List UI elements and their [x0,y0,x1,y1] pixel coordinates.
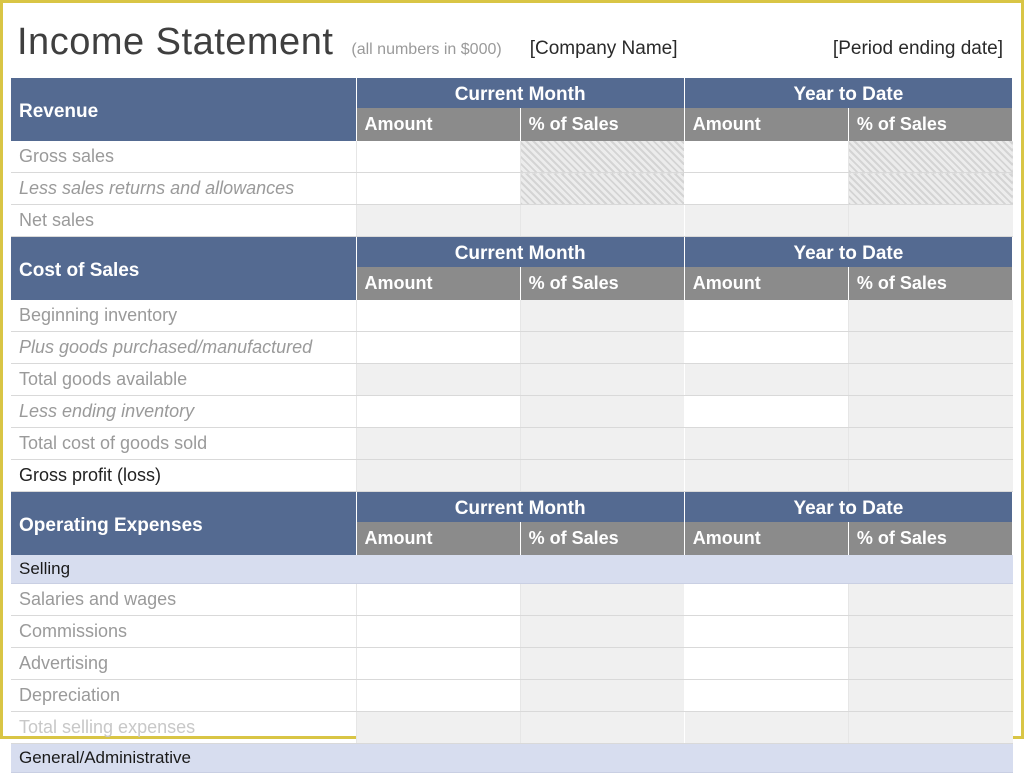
cell-ytd-pct[interactable] [848,332,1012,364]
cell-cm-pct[interactable] [520,584,684,616]
cell-cm-pct[interactable] [520,173,684,205]
cell-ytd-amount[interactable] [684,584,848,616]
row-label-gross-profit: Gross profit (loss) [11,460,356,492]
cell-ytd-amount[interactable] [684,332,848,364]
cell-ytd-pct[interactable] [848,680,1012,712]
row-label: Gross sales [11,141,356,173]
cell-cm-pct[interactable] [520,616,684,648]
cell-cm-amount[interactable] [356,648,520,680]
cell-ytd-amount[interactable] [684,460,848,492]
row-label: Total goods available [11,364,356,396]
row-label: Depreciation [11,680,356,712]
col-group-year-to-date: Year to Date [684,492,1012,523]
section-header-revenue: Revenue [11,78,356,141]
cell-cm-amount[interactable] [356,584,520,616]
cell-cm-amount[interactable] [356,205,520,237]
row-label: Commissions [11,616,356,648]
company-name: [Company Name] [530,38,678,60]
col-group-year-to-date: Year to Date [684,78,1012,108]
period-ending: [Period ending date] [833,38,1007,60]
title-bar: Income Statement (all numbers in $000) [… [11,13,1013,78]
cell-ytd-pct[interactable] [848,141,1012,173]
col-amount-ytd: Amount [684,522,848,555]
cell-cm-amount[interactable] [356,332,520,364]
row-label: Plus goods purchased/manufactured [11,332,356,364]
col-group-year-to-date: Year to Date [684,237,1012,268]
cell-cm-amount[interactable] [356,173,520,205]
cell-cm-pct[interactable] [520,680,684,712]
cell-ytd-amount[interactable] [684,680,848,712]
col-amount-cm: Amount [356,267,520,300]
col-pct-cm: % of Sales [520,108,684,141]
cell-ytd-pct[interactable] [848,396,1012,428]
cell-cm-amount[interactable] [356,300,520,332]
cell-ytd-amount[interactable] [684,364,848,396]
section-header-cost-of-sales: Cost of Sales [11,237,356,301]
subsection-selling: Selling [11,555,1013,584]
cell-cm-pct[interactable] [520,460,684,492]
cell-ytd-pct[interactable] [848,648,1012,680]
col-group-current-month: Current Month [356,492,684,523]
row-label: Net sales [11,205,356,237]
cell-ytd-amount[interactable] [684,648,848,680]
col-amount-cm: Amount [356,108,520,141]
cell-cm-pct[interactable] [520,141,684,173]
row-label: Less ending inventory [11,396,356,428]
cell-ytd-amount[interactable] [684,173,848,205]
cell-ytd-pct[interactable] [848,364,1012,396]
col-pct-cm: % of Sales [520,267,684,300]
row-label: Advertising [11,648,356,680]
cell-cm-amount[interactable] [356,428,520,460]
col-group-current-month: Current Month [356,237,684,268]
col-amount-cm: Amount [356,522,520,555]
page-title: Income Statement [17,21,333,64]
subsection-general-admin: General/Administrative [11,744,1013,773]
cell-cm-amount[interactable] [356,141,520,173]
col-pct-ytd: % of Sales [848,108,1012,141]
cell-cm-pct[interactable] [520,300,684,332]
col-amount-ytd: Amount [684,108,848,141]
cell-cm-amount[interactable] [356,616,520,648]
col-group-current-month: Current Month [356,78,684,108]
cell-ytd-amount[interactable] [684,300,848,332]
subtitle: (all numbers in $000) [351,41,501,59]
cell-cm-pct[interactable] [520,428,684,460]
cell-cm-amount[interactable] [356,680,520,712]
cell-ytd-amount[interactable] [684,616,848,648]
row-label: Total cost of goods sold [11,428,356,460]
col-pct-ytd: % of Sales [848,267,1012,300]
cell-ytd-pct[interactable] [848,460,1012,492]
cell-cm-pct[interactable] [520,648,684,680]
col-pct-ytd: % of Sales [848,522,1012,555]
cell-ytd-amount[interactable] [684,428,848,460]
row-label: Beginning inventory [11,300,356,332]
col-amount-ytd: Amount [684,267,848,300]
section-header-operating-expenses: Operating Expenses [11,492,356,556]
cell-cm-amount[interactable] [356,364,520,396]
cell-ytd-pct[interactable] [848,428,1012,460]
cell-ytd-pct[interactable] [848,173,1012,205]
cell-ytd-pct[interactable] [848,616,1012,648]
cell-ytd-amount[interactable] [684,141,848,173]
col-pct-cm: % of Sales [520,522,684,555]
cell-ytd-amount[interactable] [684,396,848,428]
cell-ytd-pct[interactable] [848,300,1012,332]
cell-cm-pct[interactable] [520,205,684,237]
cell-cm-pct[interactable] [520,396,684,428]
row-label: Salaries and wages [11,584,356,616]
cell-cm-amount[interactable] [356,396,520,428]
cell-cm-pct[interactable] [520,364,684,396]
row-label: Less sales returns and allowances [11,173,356,205]
cell-ytd-pct[interactable] [848,205,1012,237]
cell-ytd-pct[interactable] [848,584,1012,616]
income-statement-table: Revenue Current Month Year to Date Amoun… [11,78,1013,773]
cell-cm-amount[interactable] [356,460,520,492]
cell-cm-pct[interactable] [520,332,684,364]
cell-ytd-amount[interactable] [684,205,848,237]
